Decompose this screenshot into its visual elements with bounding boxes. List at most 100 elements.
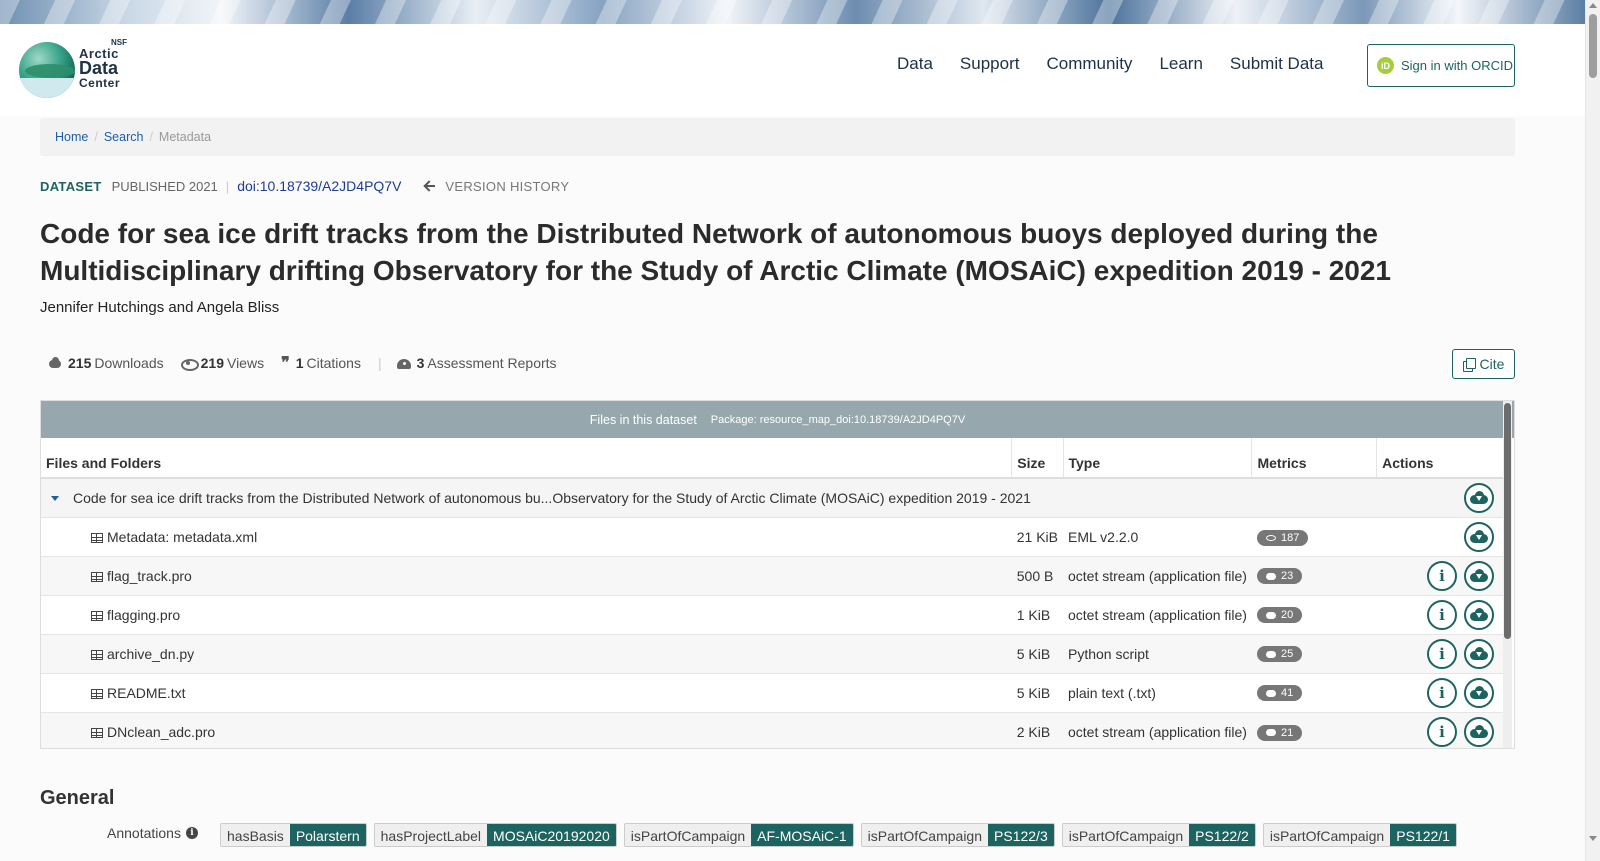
badge-count: 20 <box>1280 609 1294 622</box>
folder-row[interactable]: Code for sea ice drift tracks from the D… <box>41 477 1503 517</box>
collapse-caret-icon[interactable] <box>51 495 59 501</box>
table-row[interactable]: flagging.pro 1 KiB octet stream (applica… <box>41 594 1503 634</box>
annotation-tag[interactable]: isPartOfCampaign PS122/1 <box>1262 823 1457 847</box>
folder-cell: Code for sea ice drift tracks from the D… <box>41 477 1377 517</box>
breadcrumb-separator: / <box>149 130 153 144</box>
nav-data[interactable]: Data <box>897 54 933 74</box>
download-button[interactable] <box>1464 560 1494 591</box>
download-button[interactable] <box>1464 677 1494 708</box>
breadcrumb-search[interactable]: Search <box>104 130 144 144</box>
info-button[interactable]: i <box>1427 638 1457 669</box>
actions-cell: i <box>1376 633 1503 673</box>
breadcrumb-home[interactable]: Home <box>55 130 88 144</box>
file-name-cell: archive_dn.py <box>41 633 1012 673</box>
orcid-icon: iD <box>1377 57 1394 74</box>
authors: Jennifer Hutchings and Angela Bliss <box>40 299 280 316</box>
file-name[interactable]: DNclean_adc.pro <box>107 724 215 740</box>
table-row[interactable]: archive_dn.py 5 KiB Python script 25 i <box>41 633 1503 673</box>
annotations-label: Annotations i <box>107 825 198 841</box>
doi-link[interactable]: doi:10.18739/A2JD4PQ7V <box>237 178 401 194</box>
downloads-metric[interactable]: 215 Downloads <box>48 355 164 371</box>
info-icon: i <box>1439 605 1445 624</box>
cloud-download-icon <box>1265 611 1276 619</box>
version-history-link[interactable]: VERSION HISTORY <box>424 179 569 194</box>
file-name[interactable]: Metadata: metadata.xml <box>107 529 257 545</box>
file-type: plain text (.txt) <box>1063 672 1252 712</box>
page-scrollbar-thumb[interactable] <box>1589 14 1597 78</box>
info-icon: i <box>1439 566 1445 585</box>
file-size: 500 B <box>1011 555 1063 595</box>
file-name[interactable]: README.txt <box>107 685 186 701</box>
published-label: PUBLISHED 2021 <box>111 178 218 194</box>
scroll-up-arrow-icon[interactable] <box>1589 3 1597 8</box>
file-size: 2 KiB <box>1011 711 1063 748</box>
eye-icon <box>1265 534 1276 541</box>
nav-learn[interactable]: Learn <box>1159 54 1202 74</box>
files-scrollbar-thumb[interactable] <box>1504 403 1511 639</box>
files-table-panel: Files in this dataset Package: resource_… <box>40 400 1515 749</box>
citations-metric[interactable]: ❞ 1 Citations <box>281 355 361 372</box>
assessment-reports-metric[interactable]: 3 Assessment Reports <box>396 355 557 371</box>
sign-in-orcid-button[interactable]: iD Sign in with ORCID <box>1367 44 1515 87</box>
annotation-key: hasProjectLabel <box>374 824 488 846</box>
citations-label: Citations <box>306 355 361 371</box>
cloud-download-icon <box>1265 650 1276 658</box>
breadcrumb: Home / Search / Metadata <box>40 118 1515 156</box>
info-button[interactable]: i <box>1427 716 1457 747</box>
badge-count: 23 <box>1280 570 1294 583</box>
table-icon <box>91 610 103 621</box>
col-size[interactable]: Size <box>1011 438 1064 479</box>
file-name[interactable]: archive_dn.py <box>107 646 194 662</box>
scroll-down-arrow-icon[interactable] <box>1589 836 1597 841</box>
annotation-tag[interactable]: isPartOfCampaign PS122/2 <box>1061 823 1256 847</box>
download-button[interactable] <box>1464 716 1494 747</box>
download-button[interactable] <box>1464 638 1494 669</box>
actions-cell: i <box>1376 672 1503 712</box>
table-row[interactable]: README.txt 5 KiB plain text (.txt) 41 i <box>41 672 1503 712</box>
download-button[interactable] <box>1464 521 1494 552</box>
nav-submit-data[interactable]: Submit Data <box>1230 54 1324 74</box>
info-button[interactable]: i <box>1427 677 1457 708</box>
info-icon[interactable]: i <box>185 827 198 839</box>
dataset-type-label: DATASET <box>40 178 102 194</box>
metrics-separator: | <box>377 355 382 371</box>
table-row[interactable]: flag_track.pro 500 B octet stream (appli… <box>41 555 1503 595</box>
file-name[interactable]: flagging.pro <box>107 607 180 623</box>
download-all-button[interactable] <box>1464 482 1494 513</box>
cloud-download-icon <box>1470 725 1488 739</box>
table-row[interactable]: DNclean_adc.pro 2 KiB octet stream (appl… <box>41 711 1503 748</box>
arctic-data-center-logo[interactable]: NSF Arctic Data Center <box>19 38 129 100</box>
annotation-tag[interactable]: isPartOfCampaign AF-MOSAiC-1 <box>623 823 854 847</box>
badge-count: 187 <box>1280 531 1300 544</box>
views-metric[interactable]: 219 Views <box>180 355 264 371</box>
nav-support[interactable]: Support <box>960 54 1020 74</box>
col-files-and-folders[interactable]: Files and Folders <box>41 438 1013 479</box>
logo-text: Arctic Data Center <box>79 46 120 91</box>
table-header-row: Files and Folders Size Type Metrics Acti… <box>41 438 1503 479</box>
nav-community[interactable]: Community <box>1046 54 1132 74</box>
cloud-download-icon <box>1470 530 1488 543</box>
files-table: Files and Folders Size Type Metrics Acti… <box>41 438 1503 748</box>
downloads-badge: 41 <box>1256 685 1303 702</box>
annotation-tag[interactable]: hasBasis Polarstern <box>220 823 367 847</box>
cite-button[interactable]: Cite <box>1452 349 1515 379</box>
file-name[interactable]: flag_track.pro <box>107 568 192 584</box>
col-type[interactable]: Type <box>1063 438 1253 479</box>
eye-icon <box>180 357 199 371</box>
download-button[interactable] <box>1464 599 1494 630</box>
info-button[interactable]: i <box>1427 599 1457 630</box>
dataset-metrics: 215 Downloads 219 Views ❞ 1 Citations | … <box>48 355 574 371</box>
page-scrollbar[interactable] <box>1585 0 1600 861</box>
col-metrics[interactable]: Metrics <box>1251 438 1378 479</box>
annotation-value: PS122/2 <box>1189 824 1255 846</box>
meta-separator: | <box>225 178 230 194</box>
table-row[interactable]: Metadata: metadata.xml 21 KiB EML v2.2.0… <box>41 516 1503 556</box>
cloud-download-icon <box>1470 608 1488 621</box>
annotation-tag[interactable]: isPartOfCampaign PS122/3 <box>860 823 1055 847</box>
file-metric-cell: 187 <box>1251 516 1377 556</box>
files-scrollbar[interactable] <box>1503 401 1512 748</box>
file-size: 5 KiB <box>1011 672 1063 712</box>
info-button[interactable]: i <box>1427 560 1457 591</box>
annotation-tag[interactable]: hasProjectLabel MOSAiC20192020 <box>373 823 617 847</box>
logo-emblem-icon <box>19 42 75 98</box>
